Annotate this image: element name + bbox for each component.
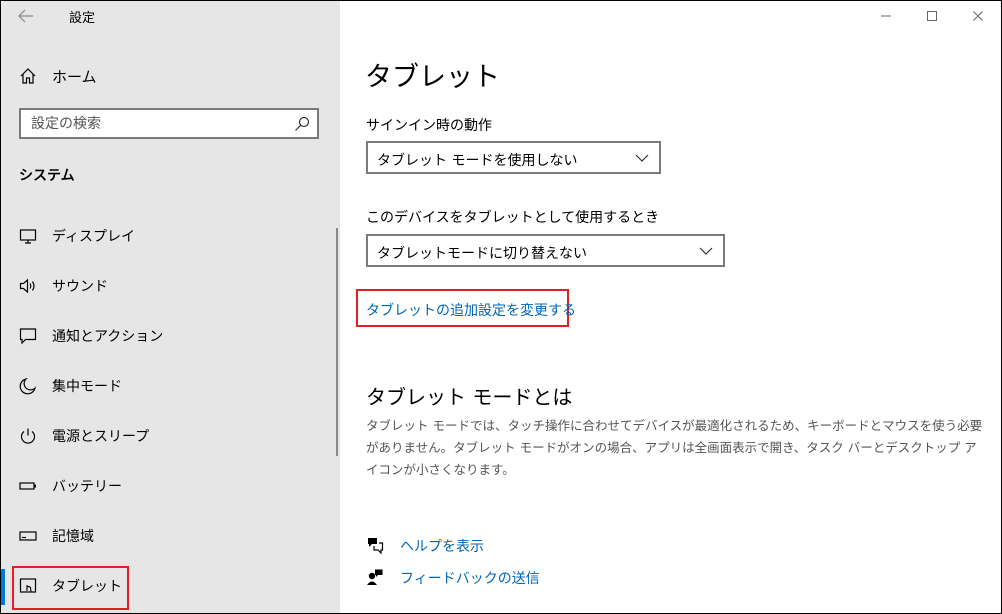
feedback-icon bbox=[367, 569, 383, 585]
title-bar-left: 設定 bbox=[1, 1, 340, 31]
about-description: タブレット モードでは、タッチ操作に合わせてデバイスが最適化されるため、キーボー… bbox=[366, 418, 983, 477]
speaker-icon bbox=[19, 278, 35, 294]
battery-icon bbox=[19, 482, 36, 490]
sidebar-item-label: ディスプレイ bbox=[52, 229, 136, 245]
feedback-link[interactable]: フィードバックの送信 bbox=[400, 568, 540, 588]
signin-label: サインイン時の動作 bbox=[366, 118, 492, 134]
signin-dropdown[interactable]: タブレット モードを使用しない bbox=[366, 141, 661, 174]
maximize-button[interactable] bbox=[909, 1, 955, 31]
sidebar-item-label: ホーム bbox=[52, 68, 97, 86]
search-icon[interactable] bbox=[294, 116, 310, 132]
main-pane: タブレット サインイン時の動作 タブレット モードを使用しない このデバイスをタ… bbox=[340, 1, 1001, 613]
sidebar-item-display[interactable]: ディスプレイ bbox=[1, 211, 331, 261]
settings-window: 設定 ホーム システム ディスプレイ bbox=[0, 0, 1002, 614]
minimize-icon bbox=[881, 15, 891, 17]
about-title: タブレット モードとは bbox=[366, 385, 573, 409]
power-icon bbox=[20, 428, 36, 444]
sidebar-item-label: 記憶域 bbox=[52, 529, 94, 545]
sidebar-item-label: 集中モード bbox=[52, 379, 122, 395]
tablet-use-label: このデバイスをタブレットとして使用するとき bbox=[366, 210, 660, 226]
help-chat-icon bbox=[368, 538, 384, 554]
moon-icon bbox=[19, 377, 37, 395]
sidebar-item-label: サウンド bbox=[52, 279, 108, 295]
chevron-down-icon bbox=[635, 154, 649, 162]
chevron-down-icon bbox=[699, 247, 713, 255]
sidebar: 設定 ホーム システム ディスプレイ bbox=[1, 1, 340, 613]
tablet-icon bbox=[19, 578, 37, 593]
window-controls bbox=[863, 1, 1001, 31]
maximize-icon bbox=[927, 11, 937, 21]
back-arrow-icon bbox=[18, 9, 33, 23]
back-button[interactable] bbox=[11, 3, 41, 29]
sidebar-item-label: タブレット bbox=[52, 579, 122, 595]
minimize-button[interactable] bbox=[863, 1, 909, 31]
monitor-icon bbox=[19, 229, 37, 244]
search-box bbox=[19, 108, 319, 139]
app-title: 設定 bbox=[69, 11, 96, 26]
sidebar-item-sound[interactable]: サウンド bbox=[1, 261, 331, 311]
search-input[interactable] bbox=[31, 114, 281, 134]
notification-icon bbox=[19, 328, 37, 345]
sidebar-item-tablet[interactable]: タブレット bbox=[1, 561, 331, 611]
help-link[interactable]: ヘルプを表示 bbox=[400, 536, 484, 556]
sidebar-item-label: バッテリー bbox=[52, 479, 122, 495]
advanced-settings-link[interactable]: タブレットの追加設定を変更する bbox=[366, 300, 576, 320]
storage-icon bbox=[19, 531, 37, 541]
help-row[interactable]: ヘルプを表示 bbox=[366, 533, 666, 557]
sidebar-item-notifications[interactable]: 通知とアクション bbox=[1, 311, 331, 361]
close-icon bbox=[973, 11, 983, 21]
section-title: システム bbox=[19, 168, 75, 184]
page-title: タブレット bbox=[365, 62, 500, 93]
signin-value: タブレット モードを使用しない bbox=[377, 153, 578, 169]
tablet-use-dropdown[interactable]: タブレットモードに切り替えない bbox=[366, 234, 725, 267]
close-button[interactable] bbox=[955, 1, 1001, 31]
sidebar-item-label: 通知とアクション bbox=[52, 329, 164, 345]
sidebar-scrollbar[interactable] bbox=[336, 228, 338, 456]
sidebar-item-battery[interactable]: バッテリー bbox=[1, 461, 331, 511]
tablet-use-value: タブレットモードに切り替えない bbox=[377, 246, 587, 262]
home-icon bbox=[20, 68, 36, 84]
sidebar-item-home[interactable]: ホーム bbox=[1, 59, 340, 93]
sidebar-item-label: 電源とスリープ bbox=[52, 429, 150, 445]
selected-indicator bbox=[1, 569, 5, 605]
sidebar-item-focus[interactable]: 集中モード bbox=[1, 361, 331, 411]
feedback-row[interactable]: フィードバックの送信 bbox=[366, 565, 666, 589]
sidebar-item-power[interactable]: 電源とスリープ bbox=[1, 411, 331, 461]
sidebar-item-storage[interactable]: 記憶域 bbox=[1, 511, 331, 561]
highlight-box: タブレットの追加設定を変更する bbox=[356, 289, 576, 327]
